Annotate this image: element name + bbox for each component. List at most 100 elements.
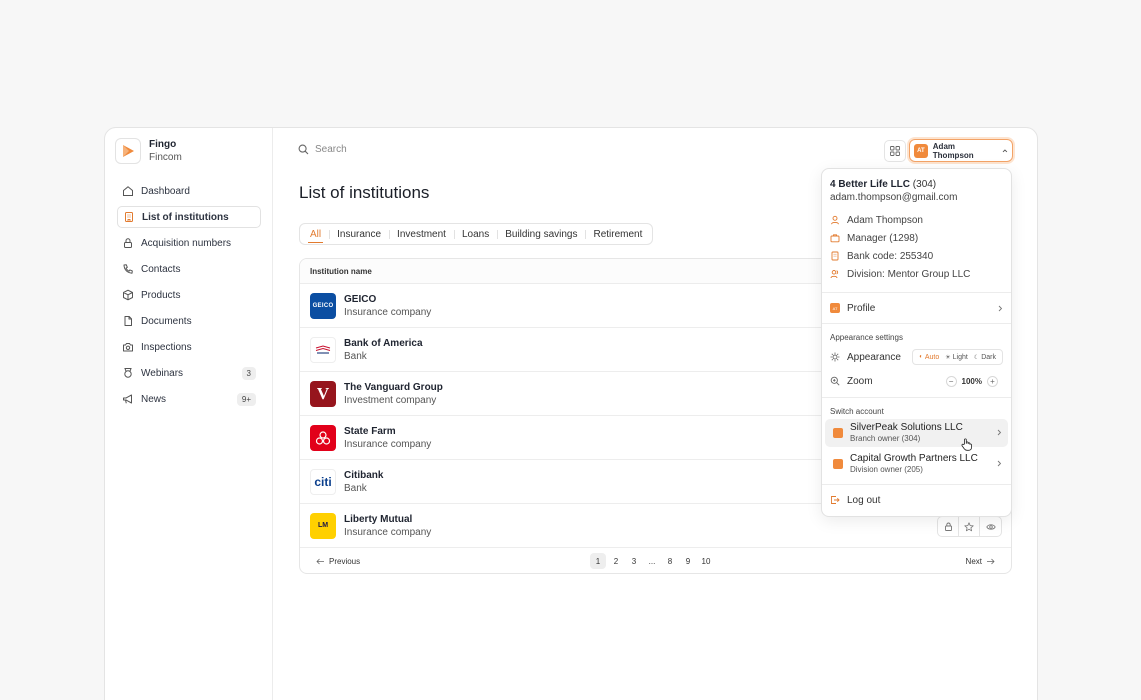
camera-icon (123, 343, 133, 352)
logo-text: V (316, 383, 330, 403)
vanguard-logo: V (310, 380, 336, 407)
sidebar-item-label: Inspections (141, 341, 192, 353)
logout-menu-item[interactable]: Log out (822, 488, 1011, 512)
institution-name: Bank of America (344, 337, 423, 349)
page-8[interactable]: 8 (662, 553, 678, 569)
institution-name: The Vanguard Group (344, 381, 443, 393)
user-menu-button[interactable]: AT Adam Thompson (909, 139, 1013, 162)
page-2[interactable]: 2 (608, 553, 624, 569)
institution-type: Investment company (344, 394, 437, 406)
previous-page-button[interactable]: Previous (316, 557, 360, 566)
grid-icon (890, 146, 900, 156)
next-page-button[interactable]: Next (966, 557, 995, 566)
account-name: Capital Growth Partners LLC (850, 453, 978, 464)
arrow-left-icon (316, 558, 324, 564)
institution-type: Insurance company (344, 438, 432, 450)
user-dropdown-menu: 4 Better Life LLC (304) adam.thompson@gm… (821, 168, 1012, 517)
info-row-role: Manager (1298) (830, 229, 1003, 247)
sidebar-item-list-of-institutions[interactable]: List of institutions (117, 206, 261, 228)
appearance-option-auto[interactable]: ◐ Auto (916, 354, 942, 361)
users-icon (830, 270, 839, 279)
sidebar-item-label: Documents (141, 315, 192, 327)
appearance-option-dark[interactable]: ☾ Dark (971, 354, 999, 361)
home-icon (123, 186, 133, 196)
document-icon (124, 316, 132, 326)
chevron-up-icon (1002, 148, 1008, 152)
sidebar-item-label: Webinars (141, 367, 184, 379)
building-icon (831, 251, 839, 261)
previous-label: Previous (329, 556, 361, 566)
brand[interactable]: Fingo Fincom (115, 138, 182, 164)
zoom-out-button[interactable]: − (945, 375, 957, 387)
option-label: Dark (981, 353, 996, 361)
tab-all[interactable]: All (302, 224, 329, 244)
page-ellipsis: ... (648, 556, 656, 566)
tab-retirement[interactable]: Retirement (585, 224, 650, 244)
account-avatar (833, 459, 843, 469)
account-item-capital-growth[interactable]: Capital Growth Partners LLC Division own… (825, 450, 1008, 478)
sun-icon (830, 352, 840, 362)
user-email: adam.thompson@gmail.com (830, 192, 958, 203)
favorite-button[interactable] (959, 517, 980, 536)
appearance-row: Appearance ◐ Auto ☀ Light ☾ Dark (822, 345, 1011, 369)
zoom-in-button[interactable]: + (987, 375, 998, 387)
profile-menu-item[interactable]: AT Profile (822, 296, 1011, 320)
tab-investment[interactable]: Investment (389, 224, 454, 244)
institution-name: State Farm (344, 425, 396, 437)
institution-type: Bank (344, 350, 367, 362)
divider (822, 484, 1011, 485)
arrow-right-icon (987, 558, 995, 564)
sidebar-item-news[interactable]: News 9+ (117, 388, 261, 410)
institution-name: Citibank (344, 469, 384, 481)
zoom-value: 100% (961, 376, 982, 386)
organization-count: (304) (912, 179, 937, 190)
sidebar-item-webinars[interactable]: Webinars 3 (117, 362, 261, 384)
award-icon (124, 368, 132, 378)
apps-grid-button[interactable] (884, 140, 906, 162)
account-role: Division owner (205) (850, 465, 923, 474)
news-count-badge: 9+ (236, 392, 256, 406)
chevron-right-icon (997, 429, 1002, 436)
page-numbers: 1 2 3 ... 8 9 10 (590, 553, 716, 569)
info-text: Bank code: 255340 (847, 250, 934, 262)
search-bar[interactable]: Search (298, 144, 347, 155)
institution-name: Liberty Mutual (344, 513, 413, 525)
search-input[interactable]: Search (315, 144, 347, 155)
webinars-count-badge: 3 (241, 366, 256, 380)
sidebar-item-contacts[interactable]: Contacts (117, 258, 261, 280)
page-9[interactable]: 9 (680, 553, 696, 569)
row-actions (937, 516, 1002, 537)
briefcase-icon (830, 234, 840, 243)
view-button[interactable] (980, 517, 1001, 536)
appearance-option-light[interactable]: ☀ Light (942, 354, 971, 361)
sidebar-item-products[interactable]: Products (117, 284, 261, 306)
search-icon (298, 144, 309, 155)
fingo-logo-icon (115, 138, 141, 164)
institution-type: Insurance company (344, 526, 432, 538)
sidebar-item-inspections[interactable]: Inspections (117, 336, 261, 358)
tab-insurance[interactable]: Insurance (329, 224, 389, 244)
chevron-right-icon (997, 460, 1002, 467)
option-label: Auto (924, 353, 940, 361)
account-item-silverpeak[interactable]: SilverPeak Solutions LLC Branch owner (3… (825, 419, 1008, 451)
sidebar-item-dashboard[interactable]: Dashboard (117, 180, 261, 202)
user-name: Adam Thompson (932, 141, 974, 160)
sidebar-item-label: Dashboard (141, 185, 190, 197)
page-10[interactable]: 10 (698, 553, 714, 569)
lock-button[interactable] (938, 517, 959, 536)
brand-name: Fingo (149, 139, 177, 150)
sidebar-item-acquisition-numbers[interactable]: Acquisition numbers (117, 232, 261, 254)
account-name: SilverPeak Solutions LLC (850, 422, 963, 433)
pagination: Previous 1 2 3 ... 8 9 10 Next (300, 548, 1011, 573)
account-role: Branch owner (304) (850, 434, 921, 443)
sidebar-item-documents[interactable]: Documents (117, 310, 261, 332)
moon-icon: ☾ (973, 354, 980, 361)
sidebar: Fingo Fincom Dashboard List of instituti… (105, 128, 273, 700)
page-3[interactable]: 3 (626, 553, 642, 569)
page-1[interactable]: 1 (590, 553, 606, 569)
info-row-bank-code: Bank code: 255340 (830, 247, 1003, 265)
zoom-control: − 100% + (941, 375, 1003, 387)
sidebar-item-label: News (141, 393, 167, 405)
tab-loans[interactable]: Loans (453, 224, 497, 244)
tab-building-savings[interactable]: Building savings (497, 224, 585, 244)
